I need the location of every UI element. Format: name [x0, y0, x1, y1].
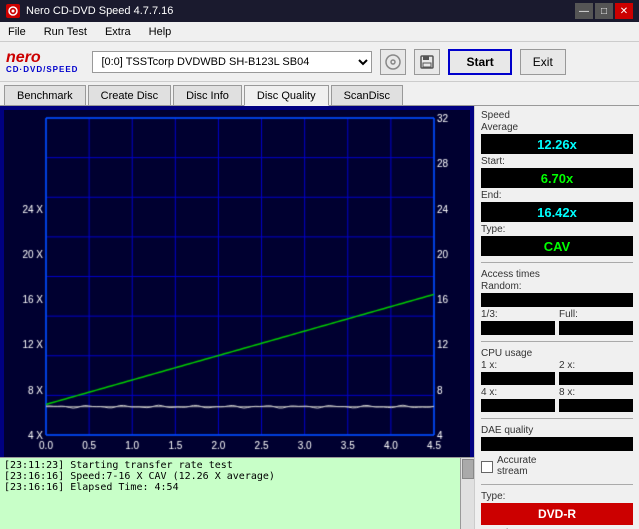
start-label: Start:: [481, 156, 505, 167]
average-label: Average: [481, 122, 633, 133]
title-bar: Nero CD-DVD Speed 4.7.7.16 — □ ✕: [0, 0, 639, 22]
tab-disc-info[interactable]: Disc Info: [173, 85, 242, 105]
save-icon-button[interactable]: [414, 49, 440, 75]
log-content: [23:11:23] Starting transfer rate test […: [4, 460, 470, 493]
cpu-usage-section: CPU usage 1 x: 2 x: 4 x: 8 x:: [481, 348, 633, 412]
random-label: Random:: [481, 281, 522, 292]
1x-value: [481, 372, 555, 385]
4x-label: 4 x:: [481, 387, 555, 398]
tab-create-disc[interactable]: Create Disc: [88, 85, 171, 105]
one-third-label: 1/3:: [481, 309, 555, 320]
nero-logo: nero CD·DVD/SPEED: [6, 50, 78, 74]
8x-value: [559, 399, 633, 412]
menu-help[interactable]: Help: [145, 24, 176, 40]
main-content: [23:11:23] Starting transfer rate test […: [0, 106, 639, 529]
close-button[interactable]: ✕: [615, 3, 633, 19]
8x-label: 8 x:: [559, 387, 633, 398]
1x-label: 1 x:: [481, 360, 555, 371]
divider-3: [481, 418, 633, 419]
type-value: CAV: [481, 236, 633, 256]
divider-1: [481, 262, 633, 263]
nero-logo-sub: CD·DVD/SPEED: [6, 66, 78, 74]
chart-area: [23:11:23] Starting transfer rate test […: [0, 106, 474, 529]
exit-button[interactable]: Exit: [520, 49, 566, 75]
app-icon: [6, 4, 20, 18]
log-scroll-thumb[interactable]: [462, 459, 474, 479]
log-entry-2: [23:16:16] Speed:7-16 X CAV (12.26 X ave…: [4, 471, 456, 482]
disc-type-label: Type:: [481, 491, 633, 502]
menu-extra[interactable]: Extra: [101, 24, 135, 40]
start-button[interactable]: Start: [448, 49, 511, 75]
access-times-label: Access times: [481, 269, 633, 280]
nero-logo-text: nero: [6, 50, 41, 66]
divider-4: [481, 484, 633, 485]
speed-section: Speed Average 12.26x Start: 6.70x End: 1…: [481, 110, 633, 256]
log-area: [23:11:23] Starting transfer rate test […: [0, 457, 474, 529]
accurate-stream-row: Accuratestream: [481, 455, 633, 478]
log-entry-1: [23:11:23] Starting transfer rate test: [4, 460, 456, 471]
dae-value: [481, 437, 633, 451]
window-title: Nero CD-DVD Speed 4.7.7.16: [26, 5, 173, 17]
type-label: Type:: [481, 224, 505, 235]
window-controls[interactable]: — □ ✕: [575, 3, 633, 19]
full-value: [559, 321, 633, 335]
disc-type-value: DVD-R: [481, 503, 633, 525]
2x-label: 2 x:: [559, 360, 633, 371]
disc-type-section: Type: DVD-R Length: 4.38 GB: [481, 491, 633, 529]
maximize-button[interactable]: □: [595, 3, 613, 19]
menu-file[interactable]: File: [4, 24, 30, 40]
disc-icon-button[interactable]: [380, 49, 406, 75]
log-scrollbar[interactable]: [460, 458, 474, 529]
tab-disc-quality[interactable]: Disc Quality: [244, 85, 329, 106]
divider-2: [481, 341, 633, 342]
start-value: 6.70x: [481, 168, 633, 188]
tab-benchmark[interactable]: Benchmark: [4, 85, 86, 105]
dae-label: DAE quality: [481, 425, 633, 436]
2x-value: [559, 372, 633, 385]
drive-select[interactable]: [0:0] TSSTcorp DVDWBD SH-B123L SB04: [92, 51, 372, 73]
log-entry-3: [23:16:16] Elapsed Time: 4:54: [4, 482, 456, 493]
average-value: 12.26x: [481, 134, 633, 154]
4x-value: [481, 399, 555, 412]
minimize-button[interactable]: —: [575, 3, 593, 19]
menu-run-test[interactable]: Run Test: [40, 24, 91, 40]
dae-section: DAE quality: [481, 425, 633, 451]
menu-bar: File Run Test Extra Help: [0, 22, 639, 42]
tab-scan-disc[interactable]: ScanDisc: [331, 85, 403, 105]
accurate-stream-label: Accuratestream: [497, 455, 536, 477]
end-label: End:: [481, 190, 502, 201]
full-label: Full:: [559, 309, 633, 320]
tab-bar: Benchmark Create Disc Disc Info Disc Qua…: [0, 82, 639, 106]
speed-label: Speed: [481, 110, 633, 121]
random-value: [481, 293, 633, 307]
end-value: 16.42x: [481, 202, 633, 222]
right-panel: Speed Average 12.26x Start: 6.70x End: 1…: [474, 106, 639, 529]
cpu-usage-label: CPU usage: [481, 348, 633, 359]
accurate-stream-checkbox[interactable]: [481, 461, 493, 473]
toolbar: nero CD·DVD/SPEED [0:0] TSSTcorp DVDWBD …: [0, 42, 639, 82]
one-third-value: [481, 321, 555, 335]
chart-canvas: [4, 110, 470, 457]
access-times-section: Access times Random: 1/3: Full:: [481, 269, 633, 335]
